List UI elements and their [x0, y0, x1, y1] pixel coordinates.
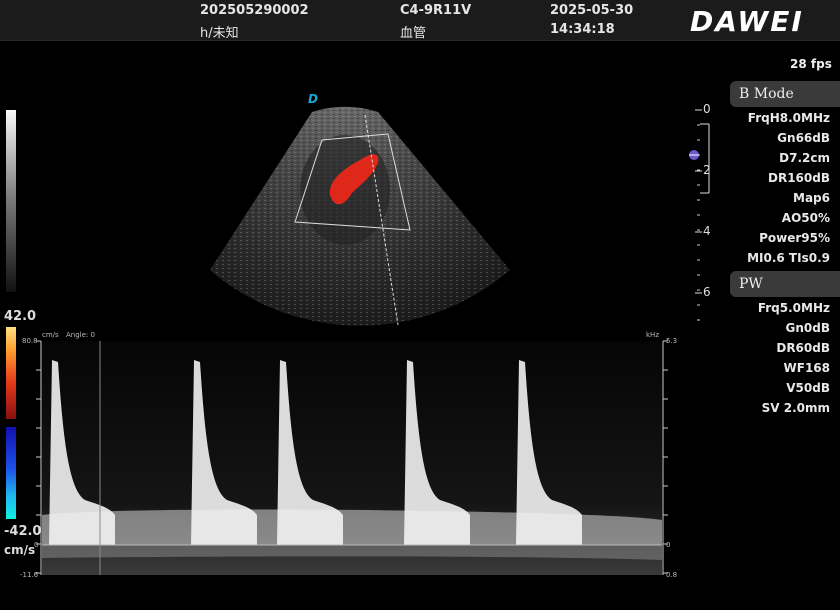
spectral-right-min: 0.8: [666, 571, 678, 579]
spectral-left-min: -11.6: [20, 571, 39, 579]
depth-label: 2: [703, 163, 711, 177]
depth-ticks: [695, 109, 702, 321]
spectral-right-unit: kHz: [646, 331, 659, 339]
ultrasound-image-layer: D: [36, 92, 710, 575]
spectral-angle: Angle: 0: [66, 331, 95, 339]
spectral-right-max: 5.3: [666, 337, 678, 345]
depth-label: 4: [703, 224, 711, 238]
depth-label: 0: [703, 102, 711, 116]
spectral-left-zero: 0: [34, 541, 39, 549]
orientation-marker: D: [308, 92, 318, 106]
depth-ruler: [700, 123, 710, 194]
depth-label: 6: [703, 285, 711, 299]
spectral-left-max: 80.8: [22, 337, 38, 345]
spectral-right-zero: 0: [666, 541, 671, 549]
spectral-left-unit: cm/s: [42, 331, 59, 339]
